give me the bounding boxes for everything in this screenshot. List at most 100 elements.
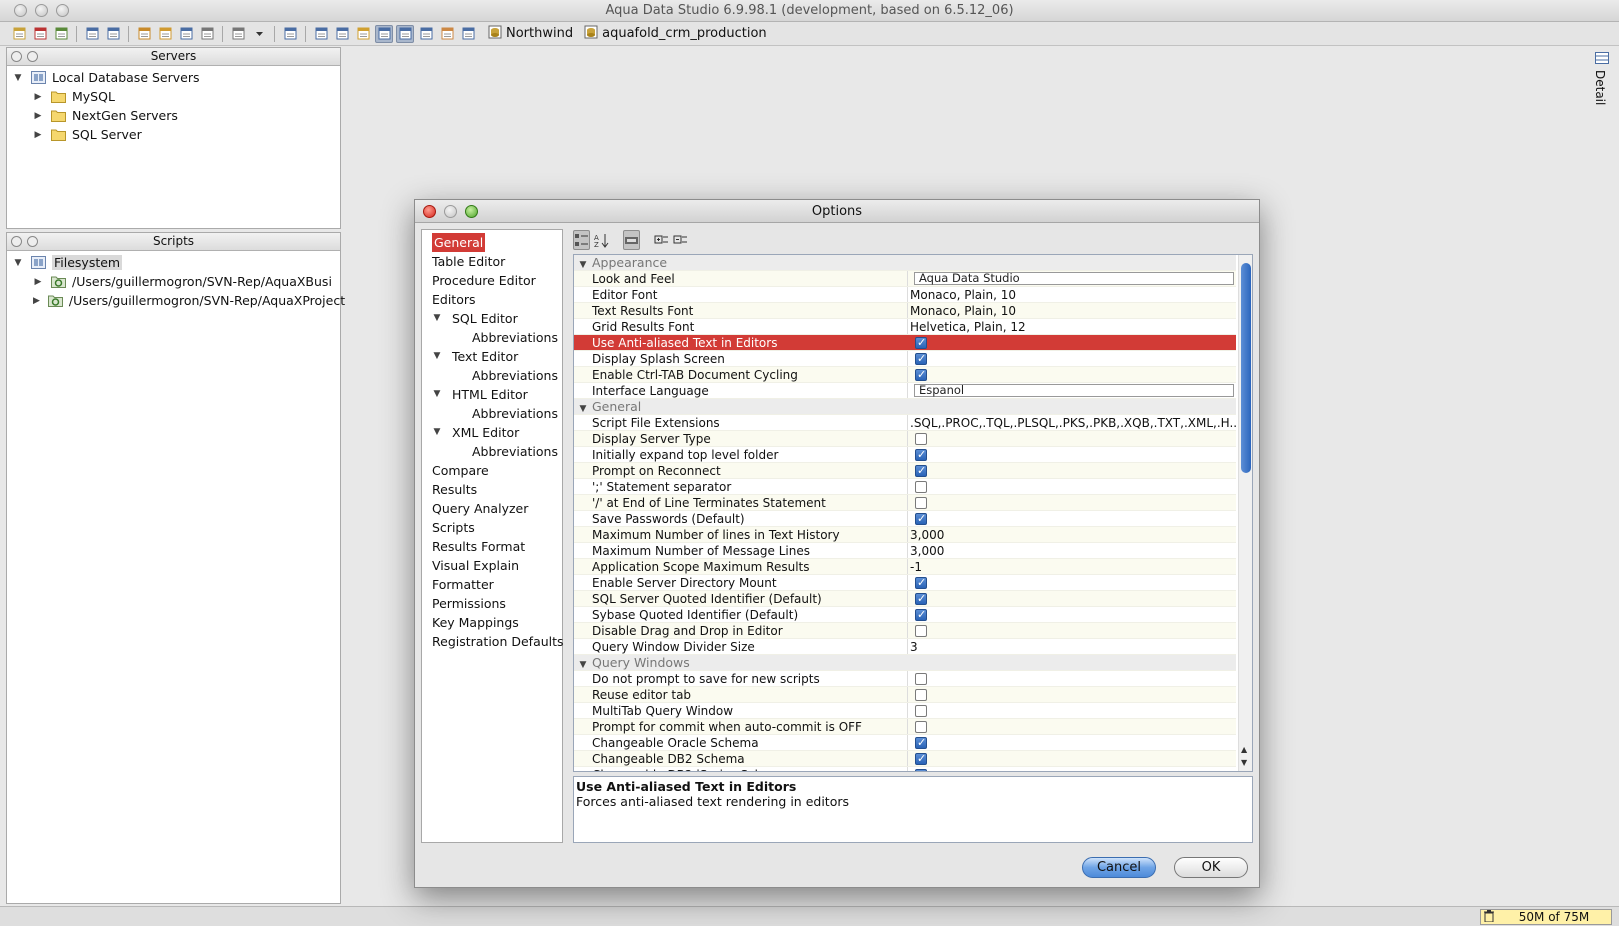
tree-item-script-folder[interactable]: ▶ /Users/guillermogron/SVN-Rep/AquaXBusi [7,272,340,291]
tree-root-local-database-servers[interactable]: ▼ Local Database Servers [7,68,340,87]
grid-view-icon[interactable] [375,24,393,43]
property-value-cell[interactable] [908,351,1236,366]
cancel-button[interactable]: Cancel [1082,857,1156,878]
expand-toggle-icon[interactable]: ▼ [578,404,588,414]
expand-toggle-icon[interactable]: ▶ [33,92,43,102]
collapse-all-button[interactable] [673,230,688,250]
new-query-icon[interactable] [135,25,153,43]
options-nav-item[interactable]: Key Mappings [422,613,562,632]
expand-toggle-icon[interactable]: ▼ [432,427,442,438]
expand-toggle-icon[interactable]: ▼ [13,258,23,268]
property-row[interactable]: Look and Feel Aqua Data Studio [574,271,1236,287]
property-row[interactable]: Changeable DB2 iSeries Schema [574,767,1236,771]
property-checkbox[interactable] [915,447,927,462]
panel-close-button[interactable] [11,51,22,62]
panel-close-button[interactable] [11,236,22,247]
property-row[interactable]: Enable Server Directory Mount [574,575,1236,591]
table-view-icon[interactable] [312,25,330,43]
browser-icon[interactable] [281,25,299,43]
property-value-cell[interactable] [908,591,1236,606]
property-value-cell[interactable]: -1 [908,559,1236,574]
connection-selector[interactable]: Northwind [488,25,573,43]
property-row[interactable]: ';' Statement separator [574,479,1236,495]
trash-icon[interactable] [1481,909,1497,925]
expand-toggle-icon[interactable]: ▼ [13,73,23,83]
property-checkbox[interactable] [915,433,927,445]
property-value-cell[interactable] [908,575,1236,590]
property-checkbox[interactable] [915,367,927,382]
options-nav-item[interactable]: General [422,233,562,252]
connection-selector[interactable]: aquafold_crm_production [584,25,767,43]
property-checkbox[interactable] [915,463,927,478]
tree-view-icon[interactable] [333,25,351,43]
property-checkbox[interactable] [915,575,927,590]
property-row[interactable]: Maximum Number of lines in Text History 3… [574,527,1236,543]
tree-item-script-folder[interactable]: ▶ /Users/guillermogron/SVN-Rep/AquaXProje… [7,291,345,310]
property-value-cell[interactable] [908,671,1236,686]
property-value-cell[interactable] [908,735,1236,750]
tree-item-server-folder[interactable]: ▶ NextGen Servers [7,106,340,125]
expand-toggle-icon[interactable]: ▶ [33,111,43,121]
property-value-cell[interactable] [908,767,1236,771]
property-checkbox[interactable] [915,351,927,366]
panel-float-button[interactable] [27,236,38,247]
sort-alphabetical-button[interactable]: AZ [594,230,609,250]
property-value-cell[interactable]: Monaco, Plain, 10 [908,287,1236,302]
property-row[interactable]: Disable Drag and Drop in Editor [574,623,1236,639]
options-nav-item[interactable]: Visual Explain [422,556,562,575]
options-nav-item[interactable]: Permissions [422,594,562,613]
options-nav-item[interactable]: ▼ SQL Editor [422,309,562,328]
zoom-window-button[interactable] [56,4,69,17]
property-value-cell[interactable] [908,447,1236,462]
property-row[interactable]: Changeable DB2 Schema [574,751,1236,767]
property-value-cell[interactable]: Espanol [908,383,1236,398]
dropdown-icon[interactable] [250,25,268,43]
disconnect-icon[interactable] [104,25,122,43]
expand-toggle-icon[interactable]: ▼ [578,660,588,670]
tree-root-filesystem[interactable]: ▼ Filesystem [7,253,340,272]
options-nav-item[interactable]: Formatter [422,575,562,594]
property-checkbox[interactable] [915,721,927,733]
layout-view-icon[interactable] [417,25,435,43]
scroll-up-arrow[interactable]: ▲ [1241,745,1247,754]
description-toggle-button[interactable] [623,230,640,250]
property-row[interactable]: Save Passwords (Default) [574,511,1236,527]
ok-button[interactable]: OK [1174,857,1248,878]
property-row[interactable]: Interface Language Espanol [574,383,1236,399]
property-row[interactable]: Text Results Font Monaco, Plain, 10 [574,303,1236,319]
expand-toggle-icon[interactable]: ▶ [33,296,40,306]
options-nav-item[interactable]: Abbreviations [422,328,562,347]
property-row[interactable]: Display Server Type [574,431,1236,447]
property-row[interactable]: Sybase Quoted Identifier (Default) [574,607,1236,623]
property-value-cell[interactable] [908,751,1236,766]
property-value-cell[interactable]: Monaco, Plain, 10 [908,303,1236,318]
open-file-icon[interactable] [156,25,174,43]
save-file-icon[interactable] [177,25,195,43]
options-nav-item[interactable]: Abbreviations [422,442,562,461]
options-nav-item[interactable]: Scripts [422,518,562,537]
options-nav-item[interactable]: Registration Defaults [422,632,564,651]
property-row[interactable]: MultiTab Query Window [574,703,1236,719]
property-checkbox[interactable] [915,511,927,526]
property-row[interactable]: Changeable Oracle Schema [574,735,1236,751]
options-nav-item[interactable]: ▼ HTML Editor [422,385,562,404]
property-row[interactable]: Reuse editor tab [574,687,1236,703]
options-nav-item[interactable]: Results Format [422,537,562,556]
categorized-view-button[interactable] [573,230,590,250]
property-value-cell[interactable]: 3 [908,639,1236,654]
property-checkbox[interactable] [915,591,927,606]
options-nav-item[interactable]: Compare [422,461,562,480]
chart-view-icon[interactable] [438,25,456,43]
property-row[interactable]: SQL Server Quoted Identifier (Default) [574,591,1236,607]
property-checkbox[interactable] [915,607,927,622]
property-checkbox[interactable] [915,689,927,701]
property-row[interactable]: Query Window Divider Size 3 [574,639,1236,655]
property-checkbox[interactable] [915,673,927,685]
options-nav-item[interactable]: Procedure Editor [422,271,562,290]
property-dropdown[interactable]: Aqua Data Studio [914,272,1234,285]
options-nav-item[interactable]: Editors [422,290,562,309]
print-icon[interactable] [198,25,216,43]
options-nav-item[interactable]: Abbreviations [422,366,562,385]
tree-item-server-folder[interactable]: ▶ SQL Server [7,125,340,144]
options-nav-item[interactable]: Table Editor [422,252,562,271]
